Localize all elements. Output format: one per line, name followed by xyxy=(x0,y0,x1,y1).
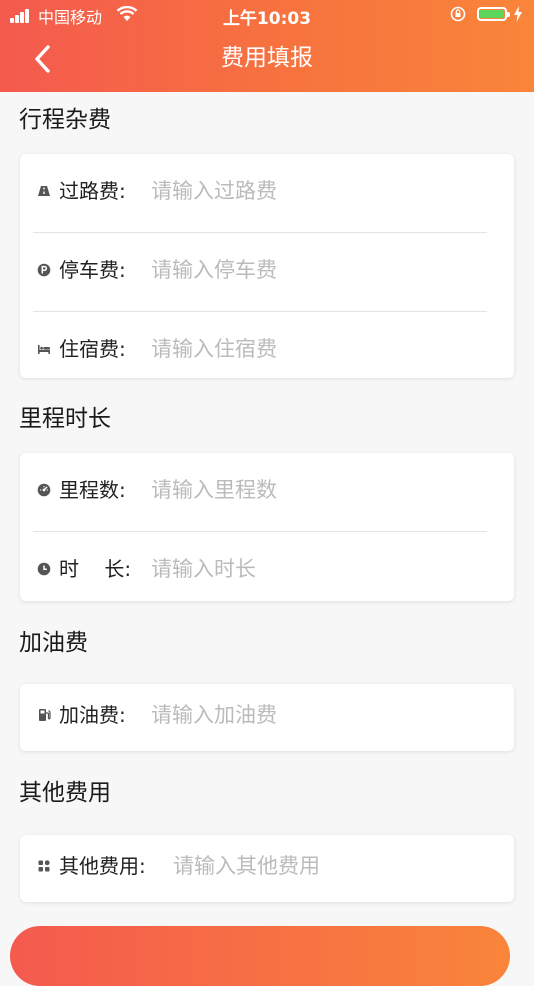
orientation-lock-icon xyxy=(450,6,466,22)
duration-input[interactable] xyxy=(151,554,491,584)
field-lodging: 住宿费: xyxy=(20,312,514,378)
section-title-trip-fees: 行程杂费 xyxy=(19,107,111,133)
fuel-icon xyxy=(39,709,51,721)
fuel-input[interactable] xyxy=(151,700,491,730)
charging-bolt-icon xyxy=(514,6,522,22)
road-icon xyxy=(38,186,50,196)
parking-label: 停车费: xyxy=(59,258,126,282)
toll-input[interactable] xyxy=(151,176,491,206)
section-title-mileage-duration: 里程时长 xyxy=(19,406,111,432)
page-title: 费用填报 xyxy=(221,45,313,71)
parking-input[interactable] xyxy=(151,255,491,285)
field-parking: 停车费: xyxy=(20,233,514,311)
battery-icon xyxy=(477,7,510,21)
card-mileage-duration: 里程数: 时 长: xyxy=(20,453,514,601)
status-bar: 中国移动 上午10:03 xyxy=(0,0,534,30)
submit-button[interactable] xyxy=(10,926,510,986)
section-title-fuel: 加油费 xyxy=(19,630,88,656)
header-bar: 中国移动 上午10:03 费用填报 xyxy=(0,0,534,92)
field-duration: 时 长: xyxy=(20,532,514,601)
lodging-label: 住宿费: xyxy=(59,337,126,361)
card-trip-fees: 过路费: 停车费: 住宿费: xyxy=(20,154,514,378)
duration-label: 时 长: xyxy=(59,557,132,581)
other-fees-label: 其他费用: xyxy=(59,854,146,878)
bed-icon xyxy=(38,345,50,354)
grid-icon xyxy=(38,860,50,872)
parking-icon xyxy=(37,263,51,277)
field-fuel: 加油费: xyxy=(20,678,514,751)
field-toll: 过路费: xyxy=(20,154,514,232)
mileage-label: 里程数: xyxy=(59,478,126,502)
lodging-input[interactable] xyxy=(151,334,491,364)
field-mileage: 里程数: xyxy=(20,453,514,531)
other-fees-input[interactable] xyxy=(173,851,493,881)
mileage-input[interactable] xyxy=(151,475,491,505)
section-title-other-fees: 其他费用 xyxy=(19,780,111,806)
fuel-label: 加油费: xyxy=(59,703,126,727)
card-fuel: 加油费: xyxy=(20,684,514,751)
toll-label: 过路费: xyxy=(59,179,126,203)
clock-icon xyxy=(37,562,51,576)
field-other: 其他费用: xyxy=(20,829,514,902)
card-other-fees: 其他费用: xyxy=(20,835,514,902)
odometer-icon xyxy=(37,483,51,497)
